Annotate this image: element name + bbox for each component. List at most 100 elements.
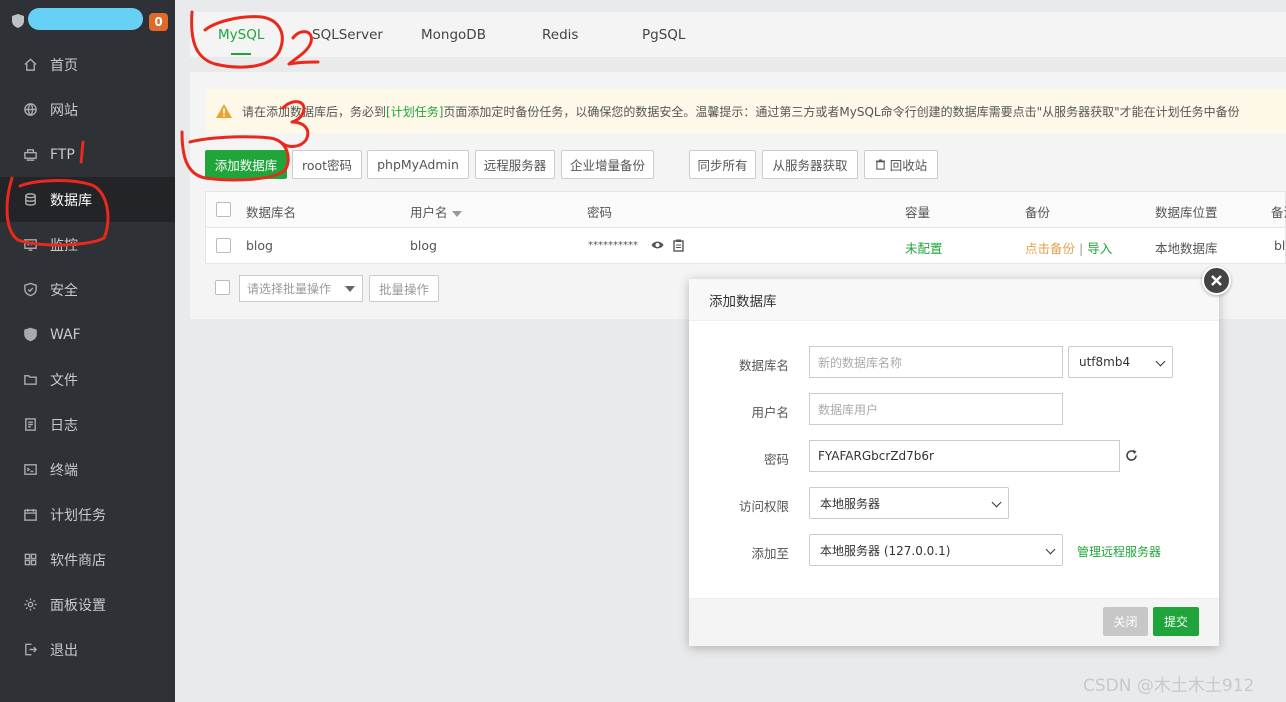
sidebar-item-label: 首页 <box>50 57 78 74</box>
csdn-watermark: CSDN @木土木土912 <box>1083 676 1255 696</box>
sidebar-item-monitor[interactable]: 监控 <box>0 222 175 267</box>
sidebar-header: 0 <box>0 0 175 42</box>
sidebar-item-label: 安全 <box>50 282 78 299</box>
sidebar-item-logout[interactable]: 退出 <box>0 627 175 672</box>
sidebar-item-terminal[interactable]: 终端 <box>0 447 175 492</box>
bulk-select-checkbox[interactable] <box>215 280 230 295</box>
sidebar-item-home[interactable]: 首页 <box>0 42 175 87</box>
click-backup-link[interactable]: 点击备份 <box>1025 241 1075 256</box>
tab-sqlserver[interactable]: SQLServer <box>312 27 383 43</box>
alert-text-suffix: 页面添加定时备份任务，以确保您的数据安全。温馨提示：通过第三方或者MySQL命令… <box>443 104 1240 119</box>
sidebar-item-apps[interactable]: 软件商店 <box>0 537 175 582</box>
sidebar-item-calendar[interactable]: 计划任务 <box>0 492 175 537</box>
sidebar-item-label: 面板设置 <box>50 597 106 614</box>
sidebar-item-log[interactable]: 日志 <box>0 402 175 447</box>
monitor-icon <box>22 237 38 253</box>
sidebar-item-folder[interactable]: 文件 <box>0 357 175 402</box>
refresh-password-icon[interactable] <box>1125 449 1138 462</box>
waf-shield-icon <box>22 327 38 343</box>
sidebar-item-ftp[interactable]: FTP <box>0 132 175 177</box>
phpmyadmin-button[interactable]: phpMyAdmin <box>367 150 469 179</box>
manage-remote-server-link[interactable]: 管理远程服务器 <box>1077 543 1161 560</box>
tab-mysql[interactable]: MySQL <box>218 27 264 43</box>
sidebar-item-label: 日志 <box>50 417 78 434</box>
sidebar-item-waf-shield[interactable]: WAF <box>0 312 175 357</box>
sidebar: 0 首页网站 FTP 数据库监控安全 WAF 文件日志终端计划任务软件商店面板设置退出 <box>0 0 175 702</box>
sidebar-item-database[interactable]: 数据库 <box>0 177 175 222</box>
tab-mongodb[interactable]: MongoDB <box>421 27 486 43</box>
chevron-down-icon <box>1155 356 1166 367</box>
sidebar-item-globe[interactable]: 网站 <box>0 87 175 132</box>
db-name-input[interactable]: 新的数据库名称 <box>809 346 1063 378</box>
submit-button[interactable]: 提交 <box>1153 607 1199 636</box>
enterprise-backup-button[interactable]: 企业增量备份 <box>561 150 654 179</box>
db-name-label: 数据库名 <box>738 358 789 373</box>
db-user-label: 用户名 <box>751 405 789 420</box>
add-to-value: 本地服务器 (127.0.0.1) <box>820 543 951 558</box>
sidebar-item-label: 退出 <box>50 642 78 659</box>
bulk-action-placeholder: 请选择批量操作 <box>247 282 332 296</box>
sync-all-button[interactable]: 同步所有 <box>689 150 756 179</box>
row-password-masked: ********** <box>588 240 638 251</box>
col-db-name[interactable]: 数据库名 <box>246 202 296 221</box>
db-type-tabs: MySQL SQLServer MongoDB Redis PgSQL <box>190 12 1286 57</box>
row-checkbox[interactable] <box>216 238 231 253</box>
dialog-close-icon[interactable] <box>1202 266 1231 295</box>
close-button[interactable]: 关闭 <box>1103 607 1148 636</box>
database-icon <box>22 192 38 208</box>
notification-badge[interactable]: 0 <box>149 13 168 31</box>
terminal-icon <box>22 462 38 478</box>
sidebar-item-label: 计划任务 <box>50 507 106 524</box>
user-name-redacted <box>28 8 143 30</box>
tab-pgsql[interactable]: PgSQL <box>642 27 685 43</box>
select-all-checkbox[interactable] <box>216 202 231 217</box>
add-database-button[interactable]: 添加数据库 <box>205 150 287 179</box>
root-password-button[interactable]: root密码 <box>292 150 362 179</box>
ftp-icon <box>22 147 38 163</box>
sidebar-item-label: 文件 <box>50 372 78 389</box>
shield-check-icon <box>22 282 38 298</box>
charset-select[interactable]: utf8mb4 <box>1068 346 1173 378</box>
globe-icon <box>22 102 38 118</box>
sidebar-item-label: 软件商店 <box>50 552 106 569</box>
password-input[interactable]: FYAFARGbcrZd7b6r <box>809 440 1120 472</box>
chevron-down-icon <box>991 497 1002 508</box>
cron-task-link[interactable]: [计划任务] <box>386 103 443 120</box>
trash-icon <box>875 159 885 170</box>
bulk-action-select[interactable]: 请选择批量操作 <box>239 275 363 302</box>
col-username[interactable]: 用户名 <box>410 202 462 221</box>
row-note[interactable]: bl <box>1274 238 1285 253</box>
col-location: 数据库位置 <box>1155 205 1218 220</box>
show-password-eye-icon[interactable] <box>651 240 664 250</box>
col-username-label: 用户名 <box>410 205 448 220</box>
password-label: 密码 <box>763 452 789 467</box>
remote-server-button[interactable]: 远程服务器 <box>475 150 555 179</box>
tab-redis[interactable]: Redis <box>542 27 578 43</box>
bulk-action-button[interactable]: 批量操作 <box>369 275 439 302</box>
log-icon <box>22 417 38 433</box>
import-link[interactable]: 导入 <box>1087 241 1112 256</box>
sidebar-item-shield-check[interactable]: 安全 <box>0 267 175 312</box>
database-table: 数据库名 用户名 密码 容量 备份 数据库位置 备注 blog blog ***… <box>205 191 1286 264</box>
sort-down-icon <box>451 211 462 217</box>
apps-icon <box>22 552 38 568</box>
add-database-dialog: 添加数据库 数据库名 新的数据库名称 utf8mb4 用户名 数据库用户 密码 … <box>689 279 1219 646</box>
home-icon <box>22 57 38 73</box>
backup-warning-alert: 请在添加数据库后，务必到 [计划任务] 页面添加定时备份任务，以确保您的数据安全。温… <box>206 89 1286 133</box>
add-to-select[interactable]: 本地服务器 (127.0.0.1) <box>809 534 1063 566</box>
col-password: 密码 <box>587 205 613 220</box>
copy-password-icon[interactable] <box>673 239 684 252</box>
row-username: blog <box>410 238 437 253</box>
access-select[interactable]: 本地服务器 <box>809 487 1009 519</box>
dialog-title: 添加数据库 <box>689 279 1219 321</box>
panel-logo-icon <box>12 14 24 28</box>
sidebar-item-label: 监控 <box>50 237 78 254</box>
row-capacity-unset[interactable]: 未配置 <box>905 238 943 257</box>
fetch-from-server-button[interactable]: 从服务器获取 <box>762 150 858 179</box>
sidebar-item-label: 终端 <box>50 462 78 479</box>
sidebar-item-label: WAF <box>50 326 81 343</box>
recycle-bin-button[interactable]: 回收站 <box>864 150 938 179</box>
db-user-input[interactable]: 数据库用户 <box>809 393 1063 425</box>
sidebar-item-gear[interactable]: 面板设置 <box>0 582 175 627</box>
col-note: 备注 <box>1271 205 1286 220</box>
